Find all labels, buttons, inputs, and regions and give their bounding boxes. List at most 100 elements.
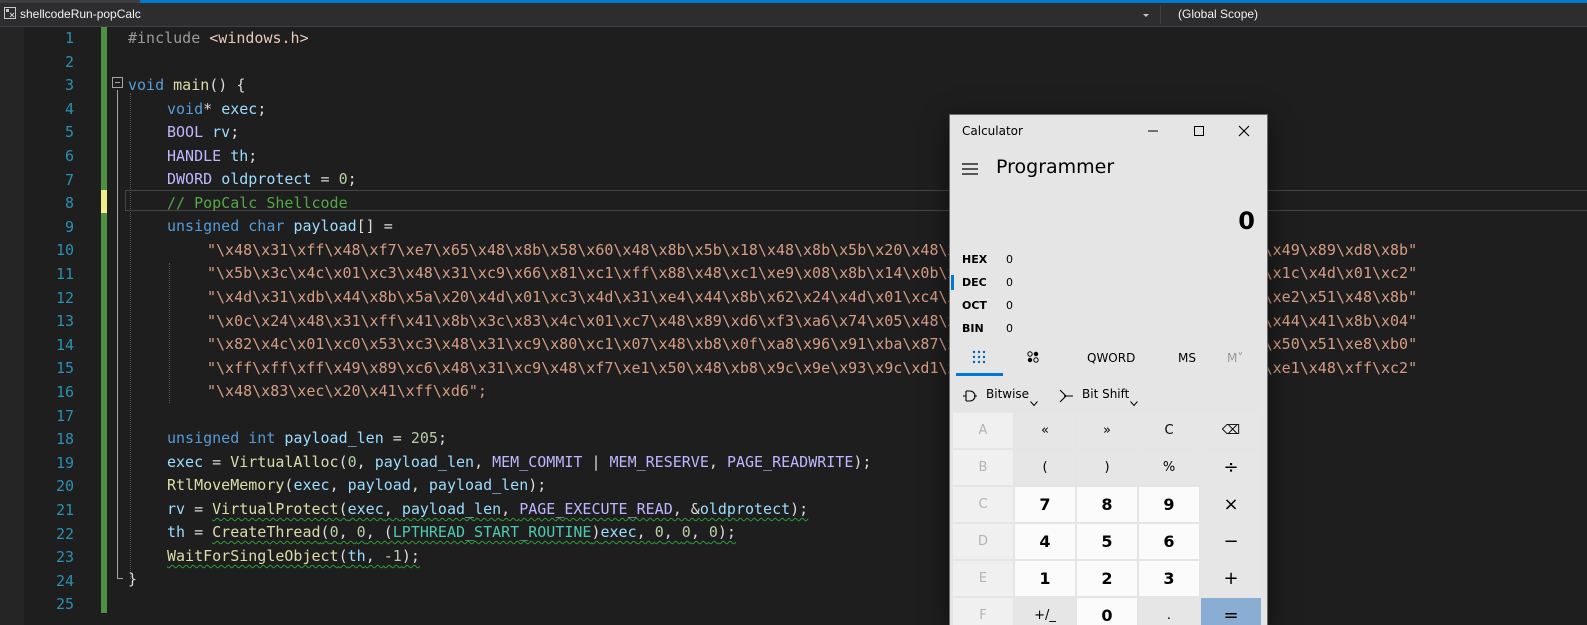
punctuation: , — [338, 523, 357, 541]
line-number: 25 — [55, 595, 74, 614]
collapse-icon[interactable] — [112, 77, 123, 88]
key-decimal[interactable]: . — [1139, 598, 1199, 625]
bit-shift-icon — [1058, 388, 1074, 403]
variable: payload_len — [401, 500, 502, 518]
key-backspace[interactable]: ⌫ — [1201, 413, 1261, 448]
key-8[interactable]: 8 — [1077, 487, 1137, 522]
key-3[interactable]: 3 — [1139, 561, 1199, 596]
variable: exec — [347, 500, 384, 518]
key-open-paren[interactable]: ( — [1015, 450, 1075, 485]
key-shift-right[interactable]: » — [1077, 413, 1137, 448]
punctuation: = — [185, 500, 213, 518]
minimize-button[interactable] — [1130, 115, 1176, 146]
bit-shift-dropdown[interactable]: Bit Shift — [1082, 387, 1129, 401]
punctuation: ); — [790, 500, 809, 518]
code-line-20: RtlMoveMemory(exec, payload, payload_len… — [167, 474, 546, 498]
punctuation: = — [203, 453, 231, 471]
word-size-button[interactable]: QWORD — [1087, 351, 1135, 365]
number: 0 — [356, 523, 366, 541]
code-line-24: } — [128, 570, 138, 588]
bitwise-dropdown[interactable]: Bitwise — [986, 387, 1029, 401]
number: 0 — [681, 523, 691, 541]
punctuation: , — [708, 453, 727, 471]
memory-view-button[interactable]: M˅ — [1227, 351, 1243, 365]
key-equals[interactable]: = — [1201, 598, 1261, 625]
base-row-bin[interactable]: BIN 0 — [950, 318, 1267, 340]
key-2[interactable]: 2 — [1077, 561, 1137, 596]
punctuation: , — [329, 476, 348, 494]
variable: payload_len — [374, 453, 475, 471]
key-close-paren[interactable]: ) — [1077, 450, 1137, 485]
variable: th — [230, 147, 249, 165]
key-1[interactable]: 1 — [1015, 561, 1075, 596]
key-subtract[interactable]: − — [1201, 524, 1261, 559]
key-e[interactable]: E — [953, 561, 1013, 596]
key-6[interactable]: 6 — [1139, 524, 1199, 559]
macro: PAGE_READWRITE — [726, 453, 854, 471]
punctuation: , — [690, 523, 709, 541]
base-row-hex[interactable]: HEX 0 — [950, 249, 1267, 271]
key-9[interactable]: 9 — [1139, 487, 1199, 522]
line-number: 23 — [55, 548, 74, 567]
memory-store-button[interactable]: MS — [1178, 351, 1196, 365]
line-number: 5 — [64, 123, 74, 142]
code-line-5: BOOL rv; — [167, 121, 239, 145]
editor-margin — [0, 27, 24, 625]
key-4[interactable]: 4 — [1015, 524, 1075, 559]
key-0[interactable]: 0 — [1077, 598, 1137, 625]
key-add[interactable]: + — [1201, 561, 1261, 596]
function-name: VirtualProtect — [212, 500, 339, 518]
punctuation: ( — [338, 453, 348, 471]
key-f[interactable]: F — [953, 598, 1013, 625]
base-row-dec[interactable]: DEC 0 — [950, 272, 1267, 294]
preprocessor-directive: #include — [128, 29, 210, 47]
chevron-down-icon[interactable] — [1130, 392, 1138, 407]
key-a[interactable]: A — [953, 413, 1013, 448]
variable: oldprotect — [221, 170, 312, 188]
calculator-window[interactable]: Calculator Programmer 0 HEX 0 DEC 0 OCT … — [950, 115, 1267, 625]
punctuation: ( — [338, 500, 348, 518]
key-c[interactable]: C — [953, 487, 1013, 522]
punctuation: ( — [338, 547, 348, 565]
key-d[interactable]: D — [953, 524, 1013, 559]
active-tab-underline — [956, 373, 1003, 376]
chevron-down-icon[interactable] — [1141, 9, 1151, 19]
line-number: 2 — [64, 52, 74, 71]
number: -1 — [383, 547, 402, 565]
close-button[interactable] — [1221, 115, 1267, 146]
key-clear[interactable]: C — [1139, 413, 1199, 448]
navigation-bar: shellcodeRun-popCalc (Global Scope) — [0, 3, 1587, 27]
maximize-button[interactable] — [1176, 115, 1222, 146]
line-number: 7 — [64, 170, 74, 189]
key-7[interactable]: 7 — [1015, 487, 1075, 522]
key-multiply[interactable]: × — [1201, 487, 1261, 522]
chevron-down-icon[interactable] — [1030, 392, 1038, 407]
hamburger-menu-icon[interactable] — [962, 161, 978, 175]
line-number: 3 — [64, 76, 74, 95]
key-divide[interactable]: ÷ — [1201, 450, 1261, 485]
key-shift-left[interactable]: « — [1015, 413, 1075, 448]
variable: exec — [600, 523, 637, 541]
project-dropdown[interactable]: shellcodeRun-popCalc — [20, 7, 141, 21]
base-row-oct[interactable]: OCT 0 — [950, 295, 1267, 317]
project-icon — [4, 7, 16, 19]
punctuation: , — [663, 523, 682, 541]
key-b[interactable]: B — [953, 450, 1013, 485]
code-editor[interactable]: 1 2 3 4 5 6 7 8 9 10 11 12 13 14 15 16 17 18 19 20 21 22 23 24 2… — [0, 27, 1587, 625]
divider — [1160, 5, 1161, 24]
number: 0 — [654, 523, 664, 541]
scope-dropdown[interactable]: (Global Scope) — [1178, 7, 1258, 21]
punctuation: , & — [672, 500, 700, 518]
key-negate[interactable]: +/_ — [1015, 598, 1075, 625]
punctuation: ; — [230, 123, 240, 141]
line-number: 22 — [55, 524, 74, 543]
code-line-21: rv = VirtualProtect(exec, payload_len, P… — [167, 498, 808, 522]
fold-guide — [117, 90, 118, 579]
tab-full-keypad[interactable] — [956, 349, 1003, 376]
key-percent[interactable]: % — [1139, 450, 1199, 485]
comment: // PopCalc Shellcode — [167, 194, 348, 212]
variable: payload_len — [428, 476, 529, 494]
key-5[interactable]: 5 — [1077, 524, 1137, 559]
tab-bit-toggling[interactable] — [1026, 350, 1040, 364]
